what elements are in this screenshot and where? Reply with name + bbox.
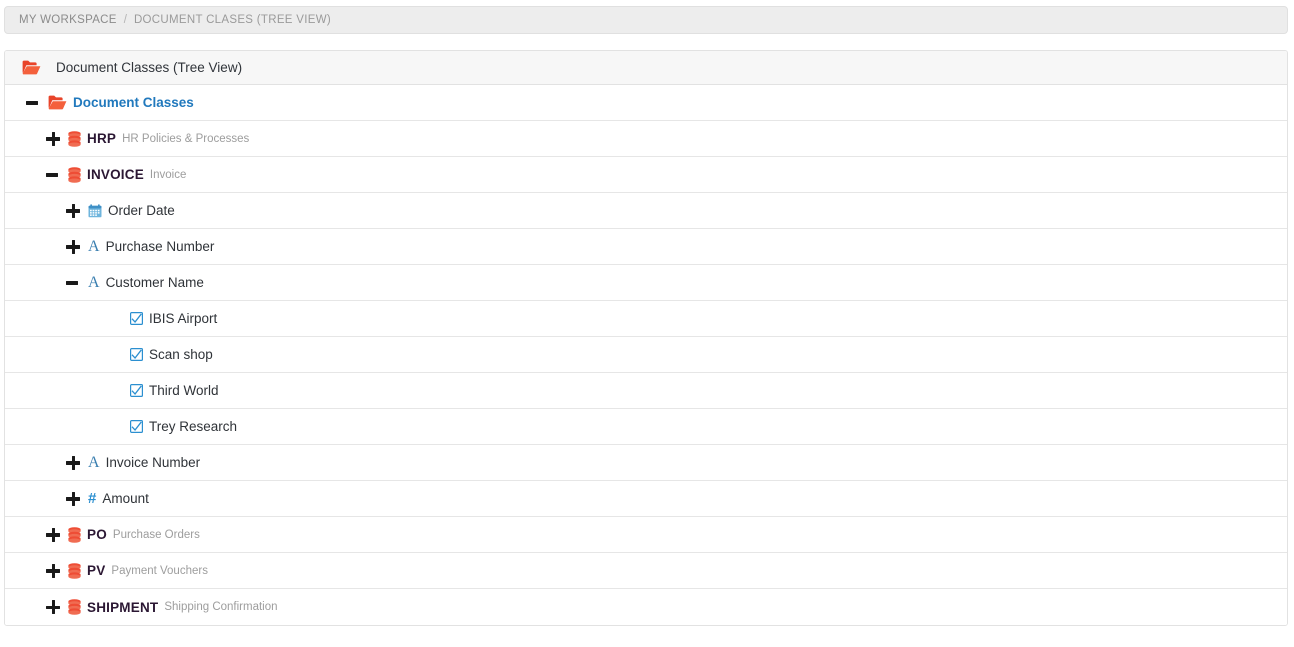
tree-row-label-customer-name: Customer Name [105,275,204,290]
document-classes-tree: Document Classes HRP HR Policies & Proces… [5,85,1287,625]
tree-row-po[interactable]: PO Purchase Orders [5,517,1287,553]
tree-row-label-pv: PV [87,563,106,578]
folder-open-icon [22,60,41,75]
number-field-icon: # [88,490,97,507]
database-icon [68,166,81,183]
checkbox-checked-icon[interactable] [130,384,143,397]
collapse-icon[interactable] [26,96,40,110]
checkbox-checked-icon[interactable] [130,348,143,361]
tree-row-label-purchase-number: Purchase Number [105,239,215,254]
collapse-icon[interactable] [66,276,80,290]
expand-icon[interactable] [66,491,80,506]
tree-row-label-order-date: Order Date [108,203,175,218]
tree-row-third-world[interactable]: Third World [5,373,1287,409]
tree-row-document-classes[interactable]: Document Classes [5,85,1287,121]
breadcrumb: MY WORKSPACE / DOCUMENT CLASES (TREE VIE… [4,6,1288,34]
database-icon [68,130,81,147]
collapse-icon[interactable] [46,168,60,182]
tree-row-label-amount: Amount [102,491,149,506]
folder-open-icon [48,95,67,110]
tree-row-order-date[interactable]: Order Date [5,193,1287,229]
tree-row-label-third-world: Third World [149,383,219,398]
tree-row-label-hrp: HRP [87,131,117,146]
database-icon [68,599,81,615]
tree-row-scan-shop[interactable]: Scan shop [5,337,1287,373]
text-field-icon: A [88,237,100,255]
tree-row-purchase-number[interactable]: A Purchase Number [5,229,1287,265]
database-icon [68,526,81,543]
calendar-icon [88,203,102,218]
tree-row-description-shipment: Shipping Confirmation [164,601,278,613]
tree-row-description-hrp: HR Policies & Processes [122,132,250,145]
expand-icon[interactable] [66,239,80,254]
expand-icon[interactable] [46,527,60,542]
tree-row-label-shipment: SHIPMENT [87,599,159,615]
tree-row-amount[interactable]: # Amount [5,481,1287,517]
tree-row-pv[interactable]: PV Payment Vouchers [5,553,1287,589]
breadcrumb-item-current: DOCUMENT CLASES (TREE VIEW) [133,14,331,26]
tree-row-invoice[interactable]: INVOICE Invoice [5,157,1287,193]
tree-row-description-po: Purchase Orders [112,528,200,541]
breadcrumb-separator: / [123,14,127,26]
database-icon [68,562,81,579]
tree-row-customer-name[interactable]: A Customer Name [5,265,1287,301]
tree-row-label-scan-shop: Scan shop [149,347,213,362]
tree-row-hrp[interactable]: HRP HR Policies & Processes [5,121,1287,157]
expand-icon[interactable] [46,131,60,146]
tree-row-label-invoice-number: Invoice Number [105,455,201,470]
expand-icon[interactable] [46,600,60,614]
tree-row-invoice-number[interactable]: A Invoice Number [5,445,1287,481]
tree-row-label-trey-research: Trey Research [149,419,238,434]
tree-row-shipment[interactable]: SHIPMENT Shipping Confirmation [5,589,1287,625]
text-field-icon: A [88,273,100,291]
document-classes-panel: Document Classes (Tree View) Document Cl… [4,50,1288,626]
tree-row-label-invoice: INVOICE [87,167,144,182]
tree-row-description-pv: Payment Vouchers [111,564,208,577]
expand-icon[interactable] [66,203,80,218]
expand-icon[interactable] [66,455,80,470]
expand-icon[interactable] [46,563,60,578]
panel-header-label: Document Classes (Tree View) [56,60,243,75]
panel-header: Document Classes (Tree View) [5,51,1287,85]
tree-row-label-document-classes[interactable]: Document Classes [73,95,194,110]
tree-row-ibis-airport[interactable]: IBIS Airport [5,301,1287,337]
breadcrumb-item-my-workspace[interactable]: MY WORKSPACE [19,14,117,26]
tree-row-description-invoice: Invoice [149,168,187,181]
checkbox-checked-icon[interactable] [130,312,143,325]
tree-row-label-po: PO [87,527,107,542]
text-field-icon: A [88,453,100,471]
tree-row-label-ibis-airport: IBIS Airport [149,311,218,326]
tree-row-trey-research[interactable]: Trey Research [5,409,1287,445]
checkbox-checked-icon[interactable] [130,420,143,433]
